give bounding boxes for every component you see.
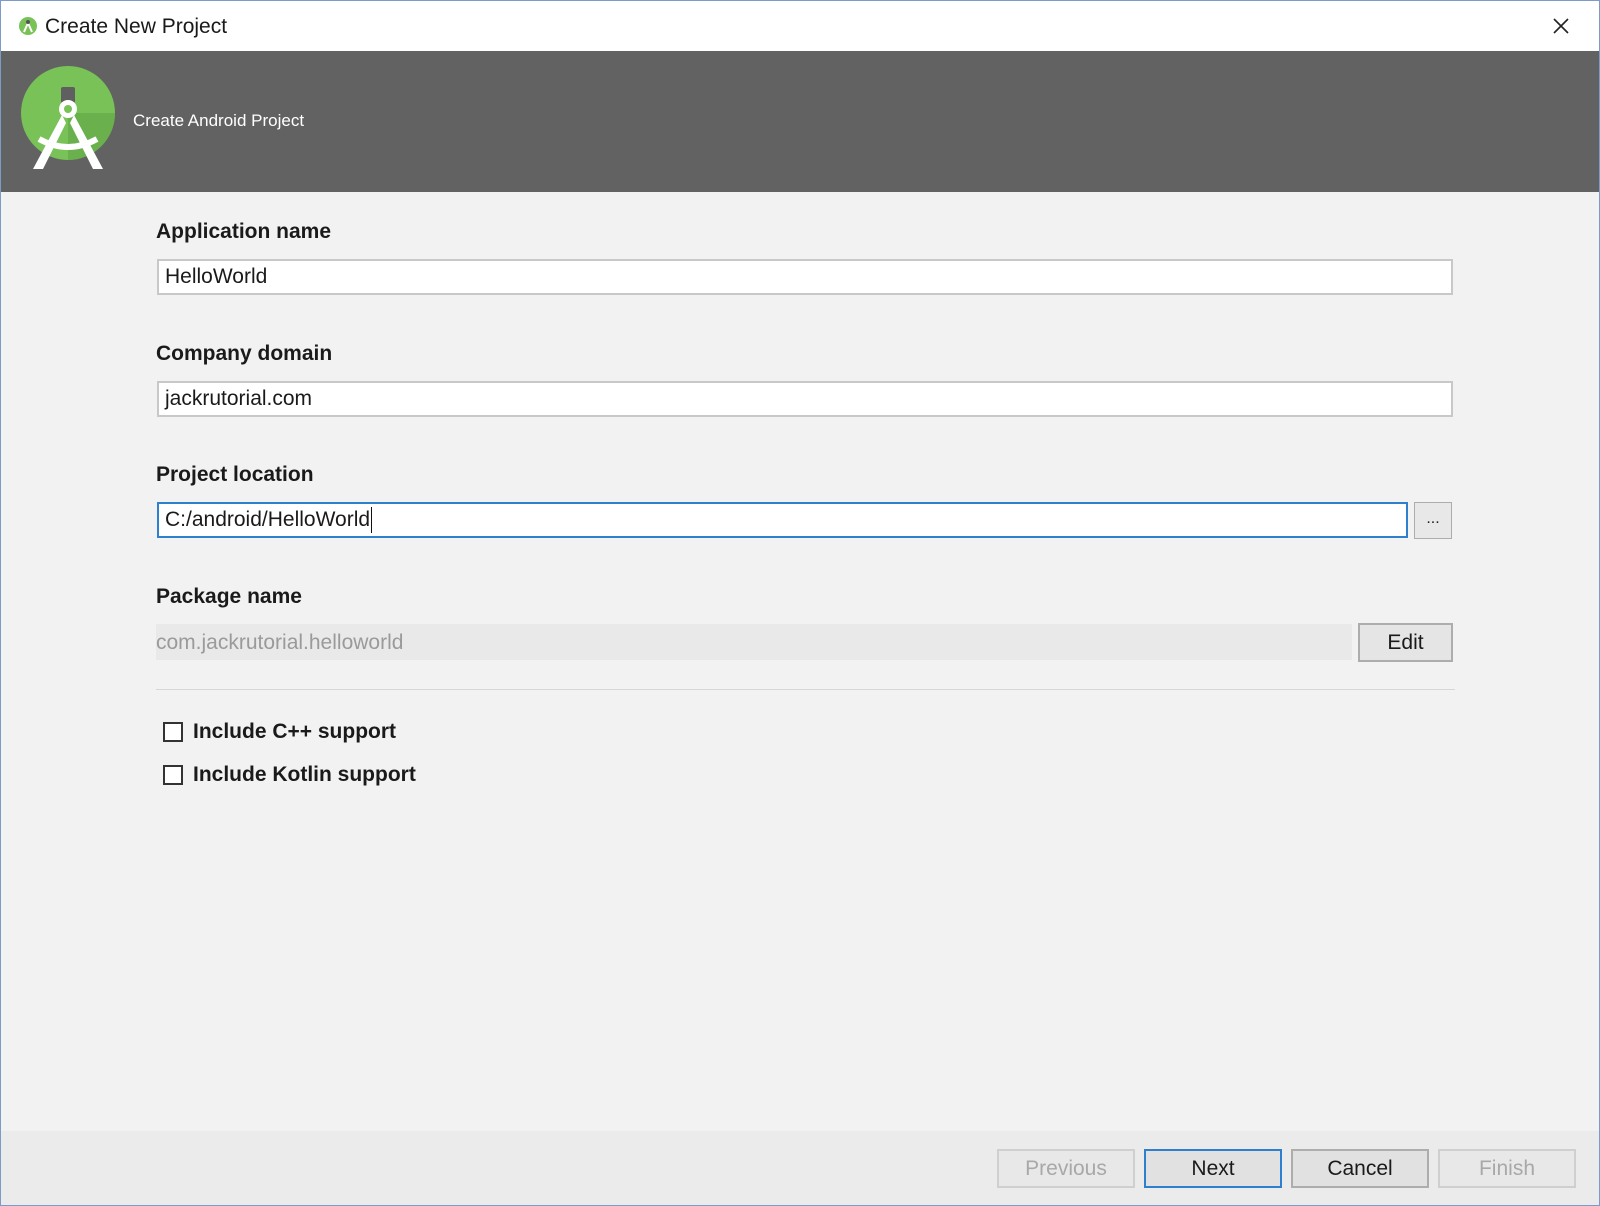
edit-package-button[interactable]: Edit <box>1358 623 1453 662</box>
window-title: Create New Project <box>45 15 228 38</box>
android-studio-logo <box>19 65 119 175</box>
cancel-button[interactable]: Cancel <box>1291 1149 1429 1188</box>
browse-button[interactable]: ... <box>1414 502 1452 539</box>
next-button[interactable]: Next <box>1144 1149 1282 1188</box>
cpp-support-checkbox[interactable] <box>163 722 183 742</box>
previous-button[interactable]: Previous <box>997 1149 1135 1188</box>
company-domain-input[interactable]: jackrutorial.com <box>157 381 1453 417</box>
close-icon[interactable] <box>1541 9 1581 43</box>
app-name-value: HelloWorld <box>165 265 268 288</box>
text-caret <box>371 507 373 533</box>
header-banner: Create Android Project <box>1 51 1599 192</box>
company-domain-value: jackrutorial.com <box>165 387 313 410</box>
banner-title: Create Android Project <box>133 111 305 130</box>
package-name-label: Package name <box>156 585 302 608</box>
button-bar: Previous Next Cancel Finish <box>1 1131 1599 1205</box>
project-location-label: Project location <box>156 463 314 486</box>
app-name-input[interactable]: HelloWorld <box>157 259 1453 295</box>
app-name-label: Application name <box>156 220 332 243</box>
kotlin-support-option[interactable]: Include Kotlin support <box>163 761 416 789</box>
kotlin-support-checkbox[interactable] <box>163 765 183 785</box>
cpp-support-option[interactable]: Include C++ support <box>163 718 396 746</box>
cpp-support-label: Include C++ support <box>193 720 397 743</box>
project-location-input[interactable]: C:/android/HelloWorld <box>157 502 1408 538</box>
finish-button[interactable]: Finish <box>1438 1149 1576 1188</box>
android-studio-icon <box>18 16 38 36</box>
divider <box>156 689 1455 690</box>
kotlin-support-label: Include Kotlin support <box>193 763 416 786</box>
title-bar: Create New Project <box>1 1 1599 51</box>
project-location-value: C:/android/HelloWorld <box>165 508 371 531</box>
package-name-value: com.jackrutorial.helloworld <box>156 624 1352 660</box>
create-project-dialog: Create New Project Create Android Projec… <box>0 0 1600 1206</box>
company-domain-label: Company domain <box>156 342 333 365</box>
